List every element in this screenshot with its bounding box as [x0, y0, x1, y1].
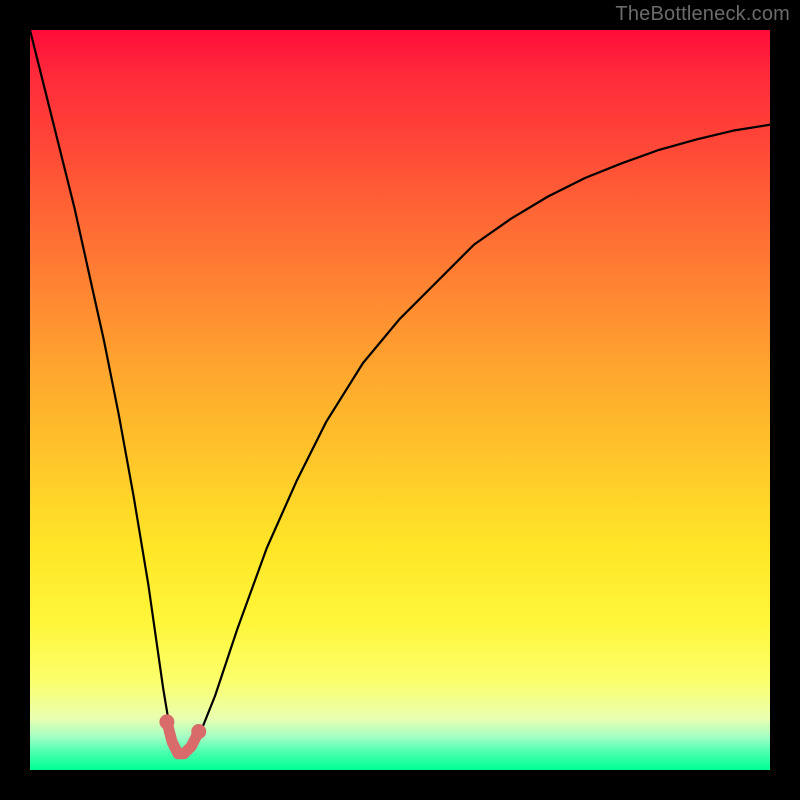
plot-area — [30, 30, 770, 770]
curve-svg — [30, 30, 770, 770]
min-highlight-dot — [191, 724, 206, 739]
chart-frame: TheBottleneck.com — [0, 0, 800, 800]
min-highlight-dot — [159, 714, 174, 729]
watermark-text: TheBottleneck.com — [615, 3, 790, 26]
bottleneck-curve — [30, 30, 770, 755]
